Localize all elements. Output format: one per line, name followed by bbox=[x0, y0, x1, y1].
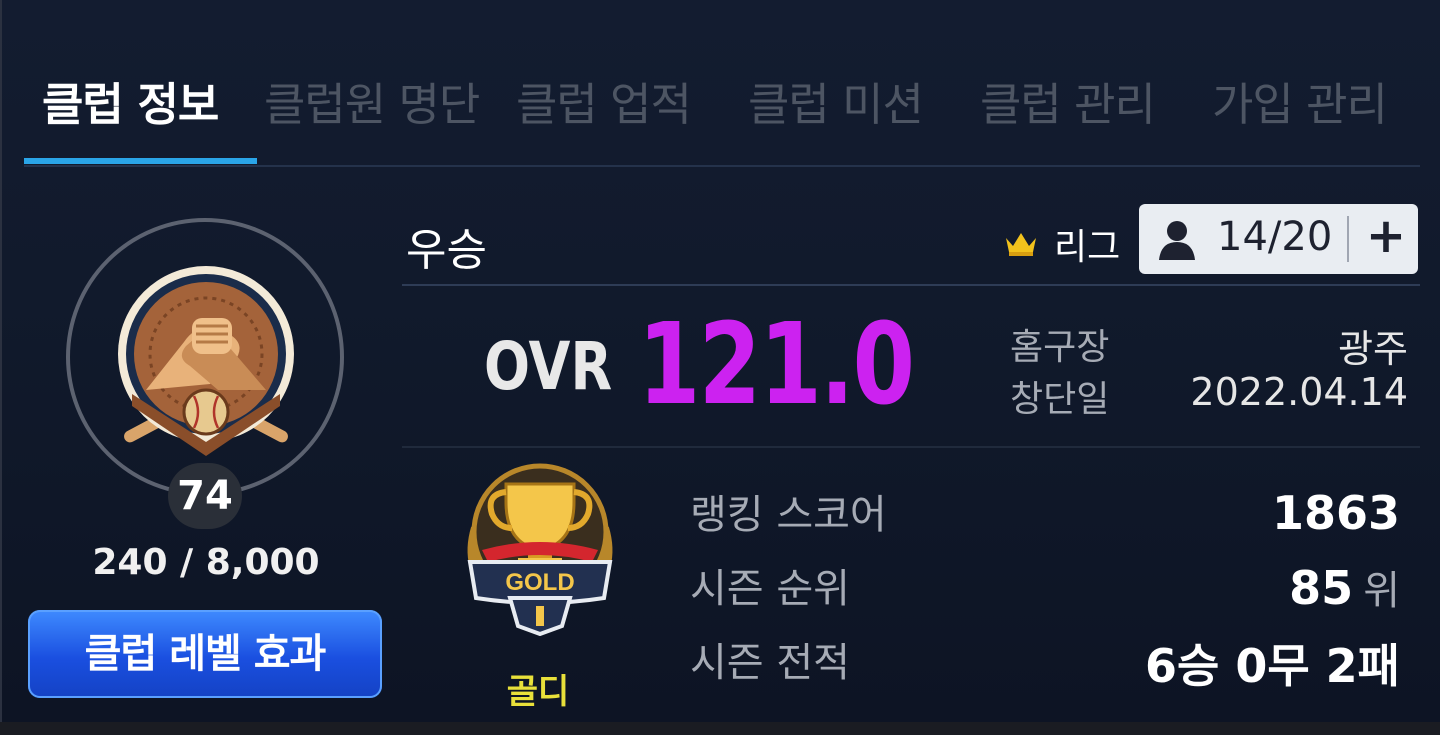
season-rank-value: 85 bbox=[1289, 561, 1354, 615]
ranking-score-label: 랭킹 스코어 bbox=[690, 492, 887, 538]
person-icon bbox=[1159, 221, 1195, 260]
club-emblem-icon bbox=[118, 266, 294, 456]
season-record-value: 6승 0무 2패 bbox=[1144, 639, 1400, 693]
season-rank-unit: 위 bbox=[1363, 568, 1400, 614]
season-record-label: 시즌 전적 bbox=[690, 640, 850, 686]
ovr-label: OVR bbox=[484, 328, 613, 405]
tab-divider bbox=[24, 165, 1420, 167]
club-xp-text: 240 / 8,000 bbox=[92, 542, 320, 583]
club-info-panel: 클럽 정보 클럽원 명단 클럽 업적 클럽 미션 클럽 관리 가입 관리 74 … bbox=[0, 0, 1440, 722]
tab-bar: 클럽 정보 클럽원 명단 클럽 업적 클럽 미션 클럽 관리 가입 관리 bbox=[24, 60, 1420, 168]
tab-join-management[interactable]: 가입 관리 bbox=[1212, 68, 1388, 133]
club-name: 우승 bbox=[406, 225, 487, 276]
founded-date-value: 2022.04.14 bbox=[1190, 370, 1408, 414]
season-rank: 85 위 bbox=[1289, 558, 1400, 616]
gold-trophy-icon: GOLD bbox=[467, 463, 613, 636]
member-count: 14/20 bbox=[1217, 214, 1333, 260]
ovr-divider bbox=[402, 446, 1420, 448]
crown-icon bbox=[1006, 233, 1036, 256]
club-level-badge: 74 bbox=[168, 463, 242, 529]
tab-club-missions[interactable]: 클럽 미션 bbox=[748, 68, 924, 133]
home-stadium-value: 광주 bbox=[1338, 327, 1408, 371]
add-member-plus-icon[interactable]: + bbox=[1363, 208, 1409, 264]
tab-member-list[interactable]: 클럽원 명단 bbox=[264, 68, 480, 133]
club-level-effect-button[interactable]: 클럽 레벨 효과 bbox=[28, 610, 382, 698]
tab-club-achievements[interactable]: 클럽 업적 bbox=[516, 68, 692, 133]
home-stadium-label: 홈구장 bbox=[1010, 327, 1110, 368]
ranking-score-value: 1863 bbox=[1271, 486, 1400, 540]
active-tab-indicator bbox=[24, 158, 257, 164]
bottom-strip bbox=[0, 722, 1440, 735]
member-count-button[interactable]: 14/20 + bbox=[1139, 204, 1418, 274]
tier-name: 골디 bbox=[506, 672, 570, 712]
league-label: 리그 bbox=[1054, 227, 1121, 268]
tab-club-info[interactable]: 클럽 정보 bbox=[42, 68, 219, 133]
member-divider bbox=[1347, 216, 1349, 262]
tab-club-management[interactable]: 클럽 관리 bbox=[980, 68, 1156, 133]
season-rank-label: 시즌 순위 bbox=[690, 566, 850, 612]
header-divider bbox=[402, 284, 1420, 286]
tier-badge-text: GOLD bbox=[505, 569, 574, 596]
ovr-value: 121.0 bbox=[638, 300, 915, 430]
founded-date-label: 창단일 bbox=[1010, 379, 1110, 420]
